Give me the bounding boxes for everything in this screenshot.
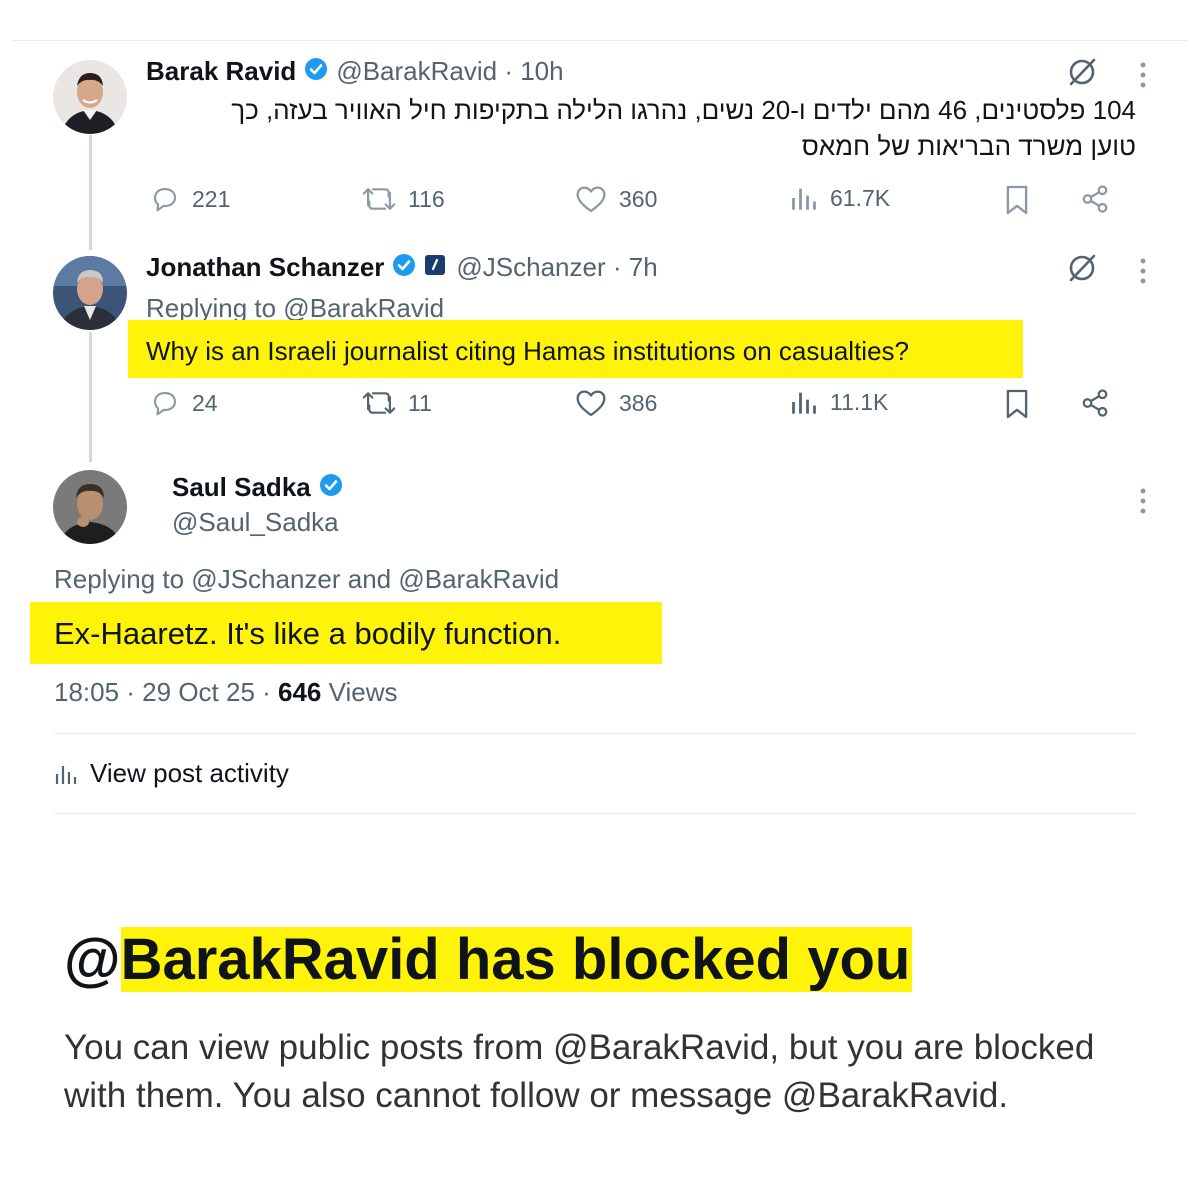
more-icon[interactable] <box>1139 488 1147 519</box>
views-icon <box>792 392 816 414</box>
author-handle[interactable]: @JSchanzer <box>456 252 605 283</box>
views-icon <box>55 765 77 784</box>
bookmark-button[interactable] <box>1004 388 1042 420</box>
like-button[interactable]: 360 <box>575 184 657 214</box>
view-post-activity-link[interactable]: View post activity <box>54 758 289 789</box>
grok-icon[interactable] <box>1066 252 1098 289</box>
reply-button[interactable]: 221 <box>150 184 230 214</box>
views-count: 61.7K <box>830 184 891 211</box>
blocked-notice: @BarakRavid has blocked you You can view… <box>0 850 1200 1200</box>
tweet-text: Why is an Israeli journalist citing Hama… <box>146 336 910 366</box>
bookmark-button[interactable] <box>1004 184 1042 216</box>
repost-count: 116 <box>408 185 445 212</box>
like-icon <box>576 186 606 213</box>
tweet-text: 104 פלסטינים, 46 מהם ילדים ו-20 נשים, נה… <box>146 92 1136 164</box>
bookmark-icon <box>1006 185 1028 215</box>
repost-icon <box>362 188 396 210</box>
repost-icon <box>362 392 396 414</box>
reply-icon <box>153 391 177 416</box>
repost-button[interactable]: 116 <box>362 184 445 214</box>
grok-icon[interactable] <box>1066 56 1098 93</box>
thread-line <box>89 135 92 250</box>
blocked-body: You can view public posts from @BarakRav… <box>64 1024 1200 1120</box>
author-name[interactable]: Jonathan Schanzer <box>146 252 384 283</box>
verified-icon <box>304 57 328 86</box>
views-count: 11.1K <box>830 388 889 415</box>
like-icon <box>576 390 606 417</box>
affiliate-badge-icon[interactable] <box>424 254 446 281</box>
author-handle[interactable]: @Saul_Sadka <box>172 504 339 540</box>
action-bar: 24 11 386 11.1K <box>150 388 1120 428</box>
reply-count: 221 <box>192 185 231 212</box>
like-button[interactable]: 386 <box>575 388 657 418</box>
post-views-count: 646 <box>278 677 322 707</box>
repost-count: 11 <box>408 389 432 416</box>
blocked-title: @BarakRavid has blocked you <box>64 924 913 996</box>
tweet-header: Jonathan Schanzer @JSchanzer · 7h <box>146 252 658 283</box>
post-text: Ex-Haaretz. It's like a bodily function. <box>54 616 562 651</box>
avatar[interactable] <box>53 256 127 330</box>
reply-icon <box>153 187 177 212</box>
view-post-activity-label: View post activity <box>90 758 289 788</box>
top-divider <box>12 40 1188 41</box>
avatar[interactable] <box>53 60 127 134</box>
blocked-body-line: with them. You also cannot follow or mes… <box>64 1076 1009 1115</box>
replying-to[interactable]: Replying to @JSchanzer and @BarakRavid <box>54 561 559 597</box>
post-views-label: Views <box>321 677 398 707</box>
verified-icon <box>392 253 416 282</box>
blocked-title-text: BarakRavid has blocked you <box>120 927 913 992</box>
divider <box>54 813 1136 814</box>
tweet-text-line: 104 פלסטינים, 46 מהם ילדים ו-20 נשים, נה… <box>231 95 1136 125</box>
more-icon[interactable] <box>1139 62 1147 93</box>
tweet-text-line: טוען משרד הבריאות של חמאס <box>801 131 1136 161</box>
tweet-header: Barak Ravid @BarakRavid · 10h <box>146 56 564 87</box>
post-header: Saul Sadka <box>172 472 351 503</box>
share-button[interactable] <box>1080 388 1122 418</box>
views-button[interactable]: 61.7K <box>790 184 890 212</box>
blocked-body-line: You can view public posts from @BarakRav… <box>64 1028 1095 1067</box>
post-time[interactable]: 7h <box>629 252 658 283</box>
like-count: 360 <box>619 185 658 212</box>
like-count: 386 <box>619 389 658 416</box>
share-icon <box>1082 185 1108 213</box>
share-icon <box>1082 389 1108 417</box>
reply-button[interactable]: 24 <box>150 388 218 418</box>
dot-separator: · <box>497 56 521 86</box>
dot-separator: · <box>605 252 629 282</box>
bookmark-icon <box>1006 389 1028 419</box>
author-handle[interactable]: @BarakRavid <box>336 56 497 87</box>
post-time[interactable]: 10h <box>520 56 563 87</box>
views-button[interactable]: 11.1K <box>790 388 888 416</box>
share-button[interactable] <box>1080 184 1122 214</box>
divider <box>54 733 1136 734</box>
repost-button[interactable]: 11 <box>362 388 432 418</box>
post-meta: 18:05 · 29 Oct 25 · 646 Views <box>54 674 398 710</box>
reply-count: 24 <box>192 389 218 416</box>
blocked-title-at: @ <box>64 927 121 992</box>
verified-icon <box>319 473 343 502</box>
post-timestamp[interactable]: 18:05 · 29 Oct 25 · <box>54 677 278 707</box>
avatar[interactable] <box>53 470 127 544</box>
author-name[interactable]: Barak Ravid <box>146 56 296 87</box>
thread-line <box>89 332 92 462</box>
more-icon[interactable] <box>1139 258 1147 289</box>
action-bar: 221 116 360 61.7K <box>150 184 1120 224</box>
author-name[interactable]: Saul Sadka <box>172 472 311 503</box>
views-icon <box>792 188 816 210</box>
